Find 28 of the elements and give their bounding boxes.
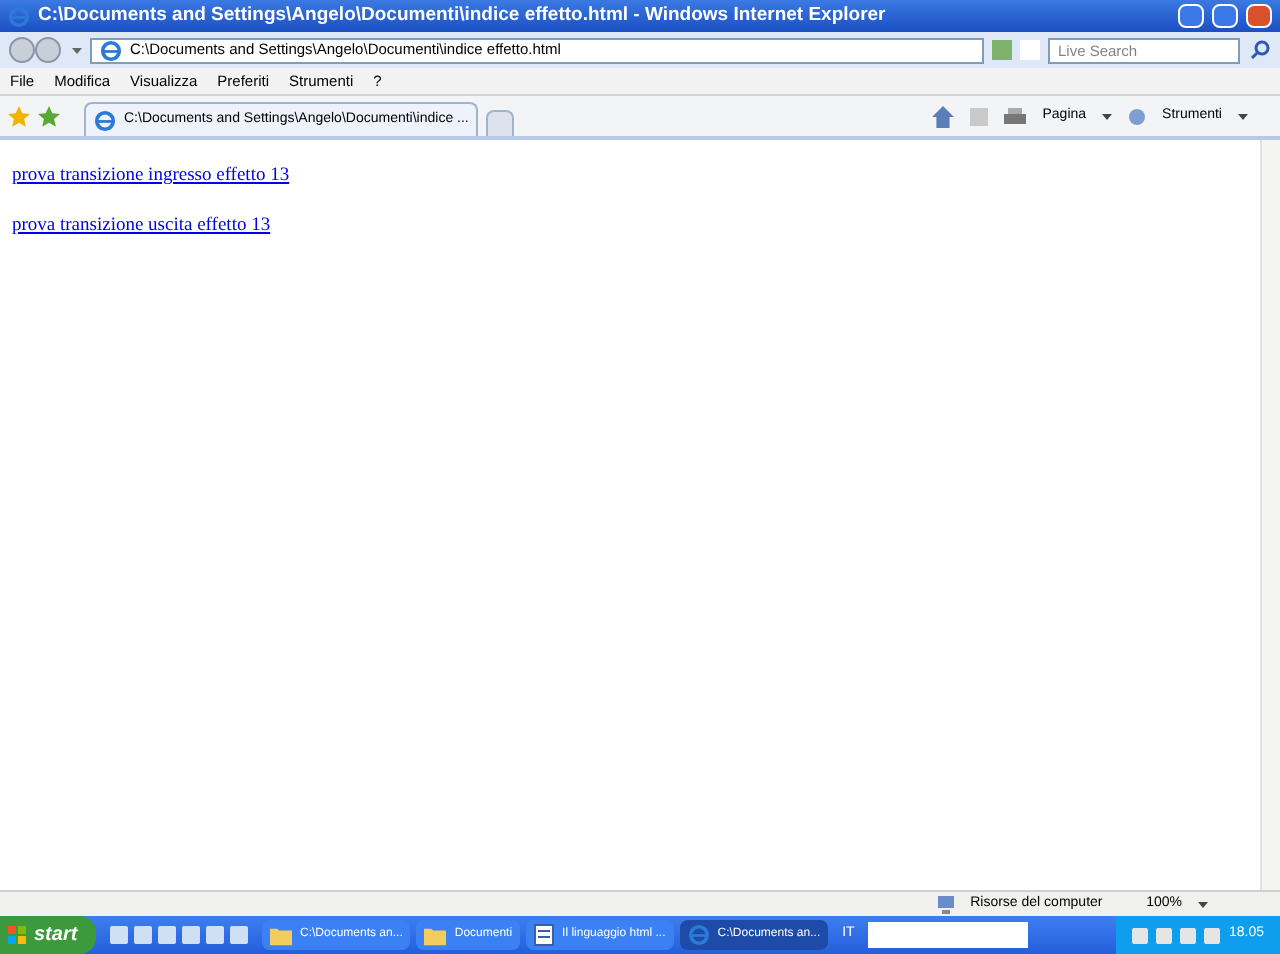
- search-icon[interactable]: [1248, 38, 1272, 62]
- home-icon[interactable]: [932, 106, 955, 128]
- document-icon: [534, 924, 555, 946]
- new-tab-button[interactable]: [486, 110, 515, 136]
- caret-icon[interactable]: [72, 47, 82, 53]
- close-button[interactable]: [1246, 4, 1272, 28]
- back-forward-icon[interactable]: [8, 36, 64, 64]
- printer-icon[interactable]: [1004, 107, 1027, 127]
- scrollbar[interactable]: [1260, 140, 1280, 890]
- caret-icon: [1198, 901, 1208, 907]
- computer-icon: [938, 895, 955, 913]
- caret-icon: [1238, 114, 1248, 120]
- minimize-button[interactable]: [1178, 4, 1204, 28]
- start-button[interactable]: start: [0, 916, 96, 954]
- caret-icon: [1102, 114, 1113, 120]
- page-link[interactable]: prova transizione uscita effetto 13: [12, 212, 271, 241]
- page-icon: [94, 109, 116, 131]
- page-link[interactable]: prova transizione ingresso effetto 13: [12, 162, 290, 191]
- windows-logo-icon: [8, 926, 26, 944]
- folder-icon: [424, 925, 447, 945]
- restore-button[interactable]: [1212, 4, 1238, 28]
- folder-icon: [270, 925, 292, 945]
- add-favorite-icon[interactable]: [38, 106, 60, 128]
- window-title: C:\Documents and Settings\Angelo\Documenti\indice effetto.html - Windows Internet Explorer: [38, 1, 888, 30]
- browser-icon: [8, 5, 30, 27]
- page-icon: [100, 39, 122, 61]
- browser-icon: [687, 924, 710, 946]
- star-icon[interactable]: [8, 106, 30, 128]
